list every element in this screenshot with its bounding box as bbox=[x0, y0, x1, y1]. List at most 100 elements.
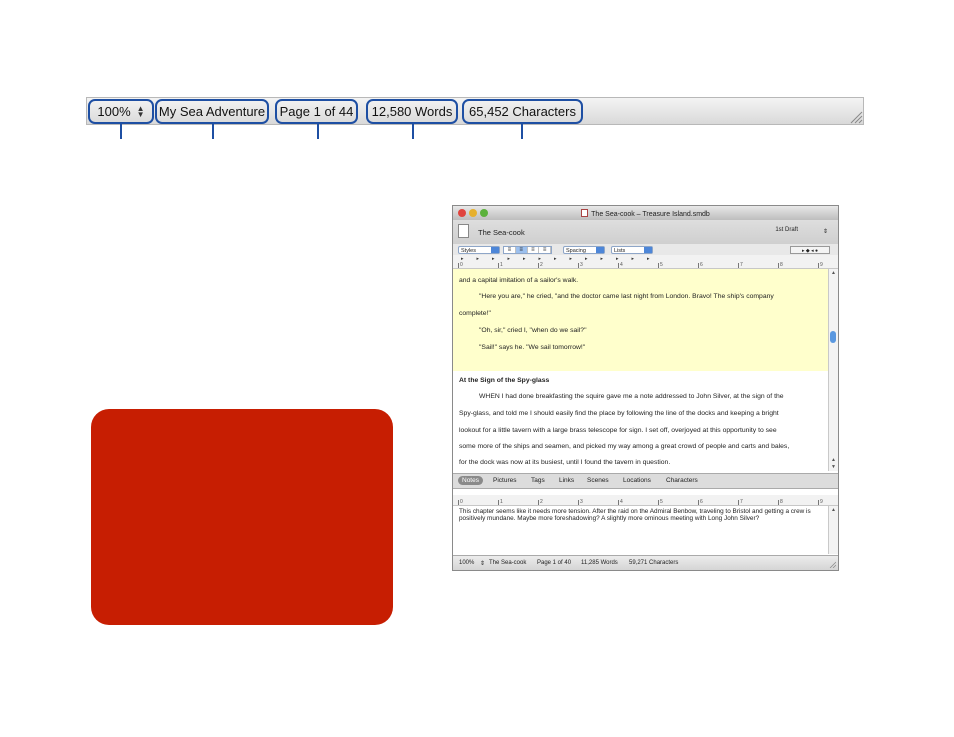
ruler-number: 3 bbox=[580, 262, 583, 268]
tab-stop-icon[interactable]: ▸ bbox=[632, 256, 635, 262]
notes-tab-bar: Notes Pictures Tags Links Scenes Locatio… bbox=[453, 473, 838, 489]
styles-label: Styles bbox=[461, 248, 476, 254]
ruler-number: 4 bbox=[620, 499, 623, 505]
text-line: "Sail!" says he. "We sail tomorrow!" bbox=[479, 344, 586, 351]
tab-tags[interactable]: Tags bbox=[531, 477, 545, 484]
window-doc-title: The Sea-cook bbox=[489, 560, 527, 566]
text-line: "Oh, sir," cried I, "when do we sail?" bbox=[479, 327, 587, 334]
ruler-tick bbox=[658, 263, 659, 268]
tab-stop-icon[interactable]: ▸ bbox=[523, 256, 526, 262]
navigation-buttons[interactable]: ▸ ◆ ◂ ● bbox=[790, 246, 830, 254]
align-left-icon[interactable]: ≡ bbox=[504, 247, 516, 253]
tab-stop-icon[interactable]: ▸ bbox=[492, 256, 495, 262]
align-right-icon[interactable]: ≡ bbox=[539, 247, 551, 253]
tab-stop-icon[interactable]: ▸ bbox=[647, 256, 650, 262]
tab-scenes[interactable]: Scenes bbox=[587, 477, 609, 484]
chapter-sheet-icon bbox=[458, 224, 469, 238]
chapter-title[interactable]: The Sea-cook bbox=[478, 228, 525, 237]
ruler-number: 0 bbox=[460, 262, 463, 268]
section-heading: At the Sign of the Spy-glass bbox=[459, 377, 550, 384]
draft-selector[interactable]: 1st Draft bbox=[775, 227, 798, 233]
window-status-bar: 100% ⇕ The Sea-cook Page 1 of 40 11,285 … bbox=[453, 555, 838, 570]
ruler-tick bbox=[698, 263, 699, 268]
ruler-number: 9 bbox=[820, 499, 823, 505]
tab-stop-icon[interactable]: ▸ bbox=[570, 256, 573, 262]
ruler-number: 6 bbox=[700, 499, 703, 505]
notes-scrollbar[interactable]: ▲ bbox=[828, 506, 838, 554]
ruler-number: 4 bbox=[620, 262, 623, 268]
alignment-segmented-control[interactable]: ≡ ≡ ≡ ≡ bbox=[503, 246, 552, 254]
ruler-number: 1 bbox=[500, 262, 503, 268]
window-title: The Sea-cook – Treasure Island.smdb bbox=[591, 211, 710, 218]
window-resize-grip-icon[interactable] bbox=[829, 561, 836, 568]
zoom-control[interactable]: 100% ▲ ▼ bbox=[88, 99, 154, 124]
scroll-thumb[interactable] bbox=[830, 331, 836, 343]
ruler-tick bbox=[458, 263, 459, 268]
styles-popup[interactable]: Styles bbox=[458, 246, 500, 254]
ruler-number: 0 bbox=[460, 499, 463, 505]
draft-stepper-icon[interactable]: ⇕ bbox=[823, 228, 828, 235]
tab-stop-icon[interactable]: ▸ bbox=[508, 256, 511, 262]
zoom-value: 100% bbox=[97, 104, 131, 119]
ruler-tick bbox=[538, 500, 539, 505]
tab-stop-icon[interactable]: ▸ bbox=[477, 256, 480, 262]
ruler-number: 2 bbox=[540, 262, 543, 268]
scroll-up-icon[interactable]: ▲ bbox=[831, 457, 836, 463]
lists-popup[interactable]: Lists bbox=[611, 246, 653, 254]
ruler-tick bbox=[778, 500, 779, 505]
editor-ruler[interactable]: 0 1 2 3 4 5 6 7 8 9 ▸ ▸ ▸ ▸ ▸ ▸ ▸ ▸ ▸ ▸ ▸ ▸ ▸ bbox=[453, 255, 838, 269]
ruler-tick bbox=[778, 263, 779, 268]
tab-stop-icon[interactable]: ▸ bbox=[461, 256, 464, 262]
editor-scrollbar[interactable]: ▲ ▲ ▼ bbox=[828, 269, 838, 471]
callout-line-characters bbox=[521, 124, 523, 139]
ruler-number: 1 bbox=[500, 499, 503, 505]
text-line: for the dock was now at its busiest, unt… bbox=[459, 459, 671, 466]
scroll-up-icon[interactable]: ▲ bbox=[831, 270, 836, 276]
window-zoom-value[interactable]: 100% bbox=[459, 560, 474, 566]
zoom-stepper-icon[interactable]: ▲ ▼ bbox=[137, 104, 145, 118]
notes-text[interactable]: This chapter seems like it needs more te… bbox=[459, 508, 821, 522]
app-window: The Sea-cook – Treasure Island.smdb The … bbox=[452, 205, 839, 571]
scroll-down-icon[interactable]: ▼ bbox=[831, 464, 836, 470]
page-count: Page 1 of 44 bbox=[275, 99, 358, 124]
notes-ruler[interactable]: 0 1 2 3 4 5 6 7 8 9 bbox=[453, 495, 838, 506]
editor-text-area[interactable]: and a capital imitation of a sailor's wa… bbox=[453, 269, 829, 471]
format-toolbar: Styles ≡ ≡ ≡ ≡ Spacing Lists ▸ ◆ ◂ ● bbox=[453, 244, 838, 255]
spacing-popup[interactable]: Spacing bbox=[563, 246, 605, 254]
ruler-tick bbox=[458, 500, 459, 505]
text-line: WHEN I had done breakfasting the squire … bbox=[479, 393, 784, 400]
align-center-icon[interactable]: ≡ bbox=[515, 247, 528, 253]
tab-characters[interactable]: Characters bbox=[666, 477, 698, 484]
ruler-number: 2 bbox=[540, 499, 543, 505]
callout-line-words bbox=[412, 124, 414, 139]
ruler-tick bbox=[738, 500, 739, 505]
ruler-number: 7 bbox=[740, 499, 743, 505]
callout-line-zoom bbox=[120, 124, 122, 139]
scroll-up-icon[interactable]: ▲ bbox=[831, 507, 836, 513]
tab-stop-icon[interactable]: ▸ bbox=[539, 256, 542, 262]
lists-label: Lists bbox=[614, 248, 626, 254]
resize-grip-icon[interactable] bbox=[849, 110, 863, 124]
ruler-number: 5 bbox=[660, 262, 663, 268]
tab-stop-icon[interactable]: ▸ bbox=[601, 256, 604, 262]
text-line: Spy-glass, and told me I should easily f… bbox=[459, 410, 779, 417]
tab-stop-icon[interactable]: ▸ bbox=[616, 256, 619, 262]
tab-notes[interactable]: Notes bbox=[458, 476, 483, 485]
window-zoom-stepper-icon[interactable]: ⇕ bbox=[480, 560, 485, 567]
ruler-tick bbox=[578, 500, 579, 505]
tab-pictures[interactable]: Pictures bbox=[493, 477, 516, 484]
align-justify-icon[interactable]: ≡ bbox=[528, 247, 540, 253]
ruler-tick bbox=[498, 500, 499, 505]
ruler-tick bbox=[618, 500, 619, 505]
tab-stop-icon[interactable]: ▸ bbox=[554, 256, 557, 262]
tab-stop-icon[interactable]: ▸ bbox=[585, 256, 588, 262]
ruler-number: 7 bbox=[740, 262, 743, 268]
callout-line-page bbox=[317, 124, 319, 139]
tab-locations[interactable]: Locations bbox=[623, 477, 651, 484]
text-line: "Here you are," he cried, "and the docto… bbox=[479, 293, 774, 300]
chapter-header: The Sea-cook 1st Draft ⇕ bbox=[453, 220, 838, 245]
tab-links[interactable]: Links bbox=[559, 477, 574, 484]
word-count: 12,580 Words bbox=[366, 99, 458, 124]
document-title: My Sea Adventure bbox=[155, 99, 269, 124]
ruler-tick bbox=[698, 500, 699, 505]
